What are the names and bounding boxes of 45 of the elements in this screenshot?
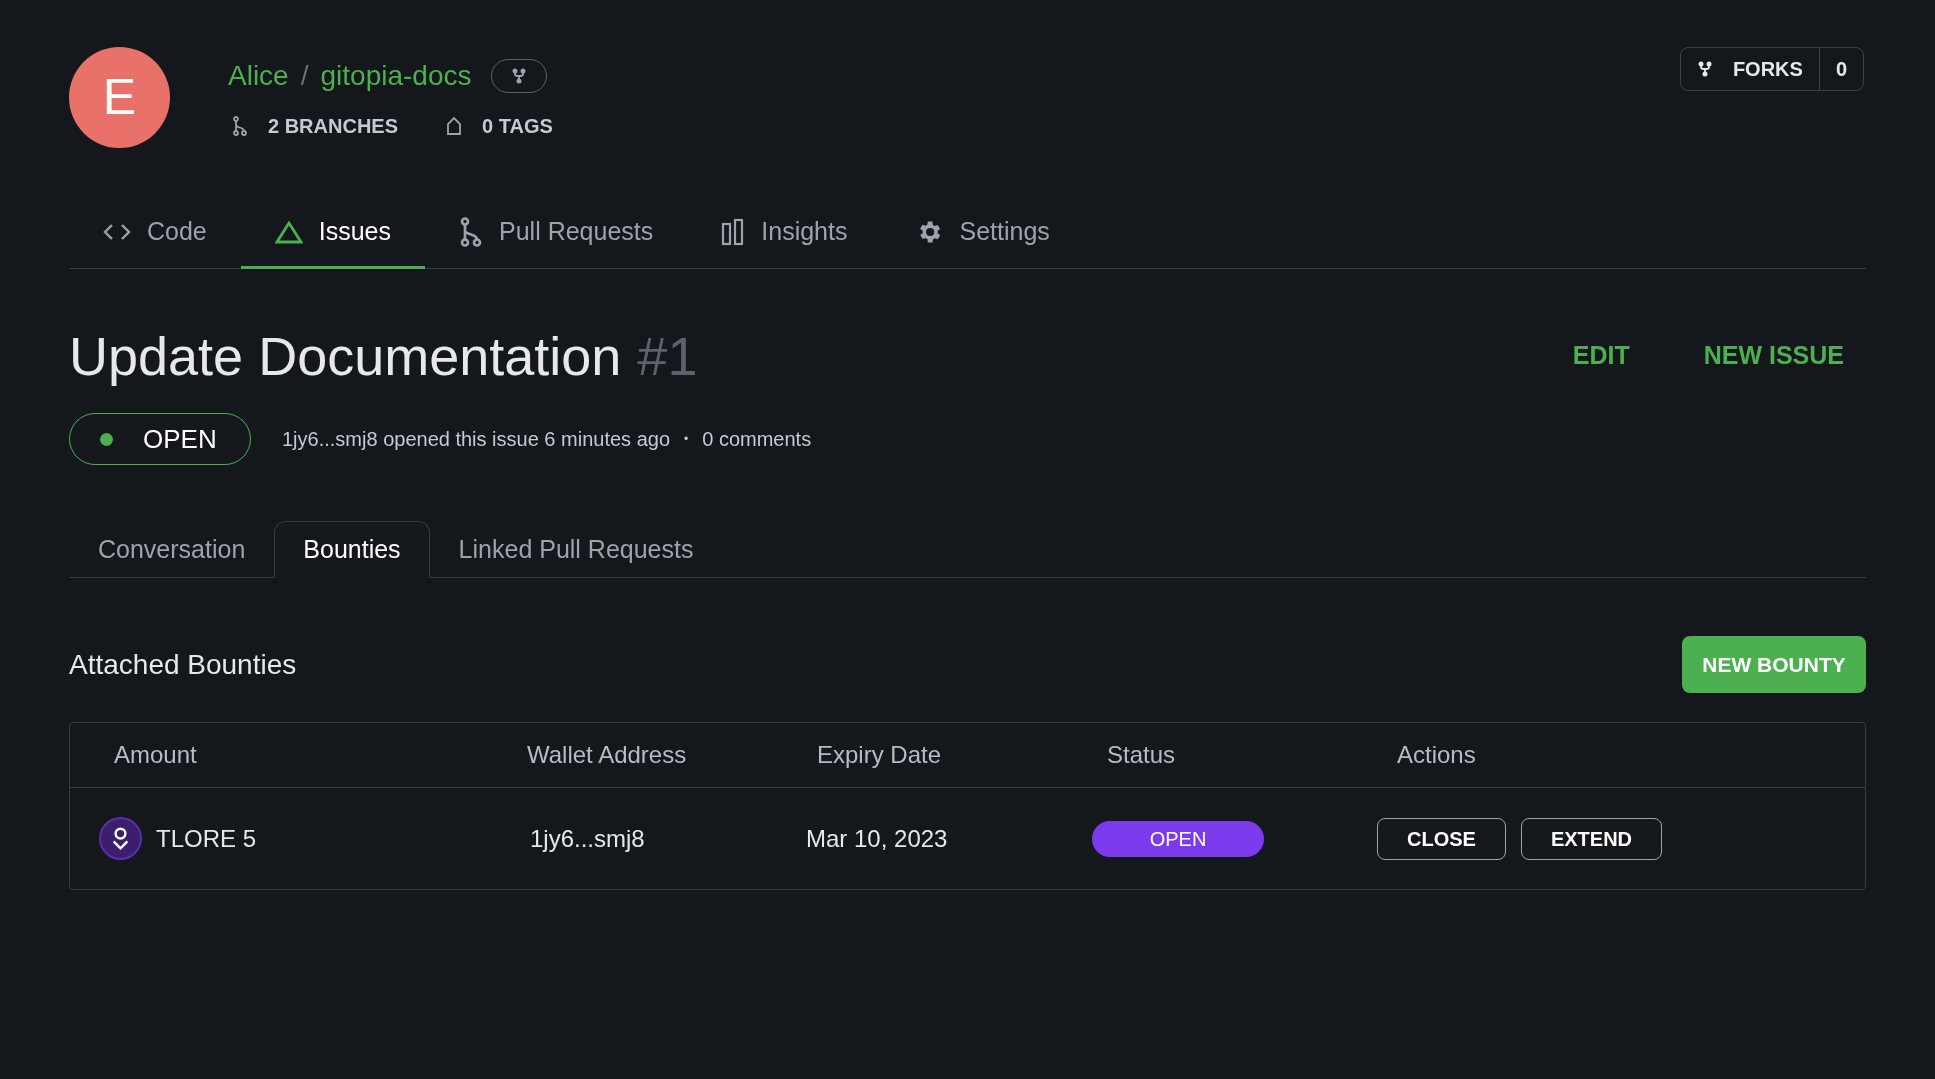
issue-action-button[interactable]: EDIT — [1572, 337, 1630, 375]
issue-tab[interactable]: Conversation — [69, 521, 275, 578]
row-action-button[interactable]: CLOSE — [1377, 817, 1506, 860]
meta-separator: • — [684, 431, 689, 448]
wallet-cell-text: 1jy6...smj8 — [529, 823, 646, 854]
columns-icon — [721, 217, 746, 246]
comment-count: 0 comments — [702, 427, 812, 452]
nav-tab[interactable]: Issues — [240, 197, 426, 269]
triangle-icon — [274, 219, 303, 244]
issue-tab[interactable]: Bounties — [274, 521, 430, 578]
column-header: Status — [1107, 740, 1177, 770]
section-heading: Attached Bounties — [69, 647, 297, 682]
branch-icon — [459, 215, 484, 248]
amount-cell-text: TLORE 5 — [156, 823, 257, 854]
issue-number: #1 — [637, 326, 698, 386]
issue-meta: 1jy6...smj8 opened this issue 6 minutes ago — [282, 427, 670, 452]
path-separator: / — [300, 59, 309, 93]
owner-link[interactable]: Alice — [228, 55, 289, 97]
avatar: E — [69, 47, 170, 148]
fork-icon — [1696, 61, 1713, 77]
column-header: Wallet Address — [527, 740, 688, 770]
fork-icon — [511, 68, 528, 84]
repo-link[interactable]: gitopia-docs — [320, 55, 472, 97]
status-pill: OPEN — [1092, 821, 1264, 857]
nav-tab[interactable]: Insights — [687, 197, 882, 269]
issue-title: Update Documentation — [69, 326, 622, 386]
forks-button[interactable]: FORKS 0 — [1679, 47, 1864, 91]
column-header: Actions — [1397, 740, 1477, 770]
expiry-cell-text: Mar 10, 2023 — [805, 823, 949, 854]
issue-action-button[interactable]: NEW ISSUE — [1703, 337, 1844, 375]
branch-icon — [232, 116, 248, 136]
tag-icon — [446, 116, 463, 136]
column-header: Expiry Date — [817, 740, 943, 770]
row-action-button[interactable]: EXTEND — [1520, 817, 1663, 860]
tags-link[interactable]: 0 TAGS — [482, 111, 553, 141]
issue-tab[interactable]: Linked Pull Requests — [429, 521, 723, 578]
forks-label: FORKS — [1732, 57, 1803, 82]
nav-tab[interactable]: Settings — [881, 197, 1084, 269]
token-icon — [99, 817, 142, 860]
forks-count: 0 — [1818, 48, 1863, 90]
branches-link[interactable]: 2 BRANCHES — [268, 111, 399, 141]
nav-tab[interactable]: Pull Requests — [425, 197, 688, 269]
nav-tab[interactable]: Code — [69, 197, 241, 269]
status-label: OPEN — [143, 422, 217, 456]
column-header: Amount — [114, 740, 198, 770]
